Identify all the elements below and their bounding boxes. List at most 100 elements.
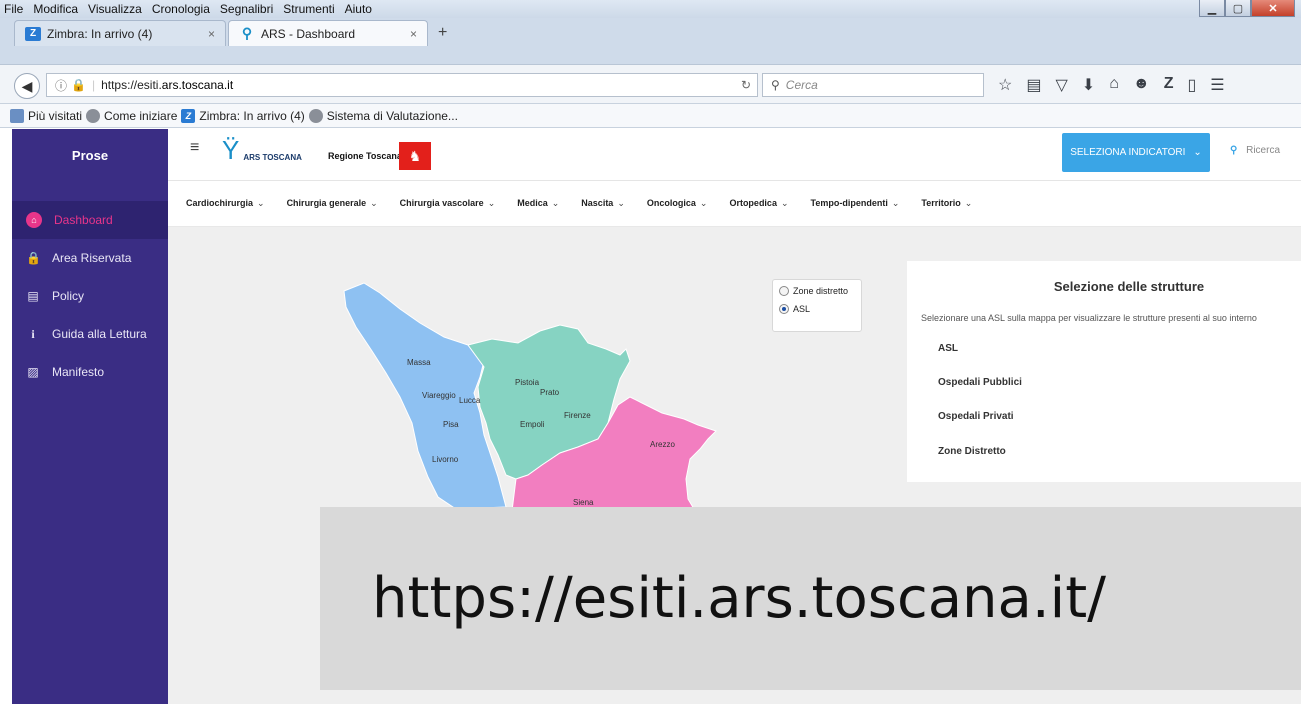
download-icon[interactable]: ⬇ — [1082, 75, 1095, 95]
globe-icon — [86, 108, 101, 123]
category-label: Ortopedica — [729, 198, 777, 208]
category-chirurgia-generale[interactable]: Chirurgia generale ⌄ — [287, 198, 378, 209]
smiley-icon[interactable]: ☻ — [1133, 75, 1150, 95]
maximize-icon[interactable]: ▢ — [1225, 0, 1251, 17]
zotero-icon[interactable]: Z — [1164, 75, 1174, 95]
back-arrow-icon[interactable]: ◀ — [14, 73, 40, 99]
panel-description: Selezionare una ASL sulla mappa per visu… — [921, 313, 1257, 323]
reader-icon[interactable]: ▤ — [1026, 75, 1041, 95]
city-arezzo: Arezzo — [650, 440, 675, 449]
city-firenze: Firenze — [564, 411, 591, 420]
bookmark-piu-visitati[interactable]: Più visitati — [10, 108, 82, 123]
tab-zimbra[interactable]: Z Zimbra: In arrivo (4) × — [14, 20, 226, 46]
globe-icon — [308, 108, 323, 123]
url-host: ars.toscana.it — [161, 78, 234, 92]
navigation-bar: ◀ ⓘ 🔒 | https://esiti. ars.toscana.it ↻ … — [0, 64, 1301, 104]
tab-label: ARS - Dashboard — [261, 26, 356, 41]
home-icon[interactable]: ⌂ — [1109, 75, 1119, 95]
ars-favicon-icon: ⚲ — [241, 25, 253, 41]
menu-segnalibri[interactable]: Segnalibri — [220, 2, 273, 16]
pegasus-flag-icon: ♞ — [399, 142, 431, 170]
chevron-down-icon: ⌄ — [617, 198, 625, 208]
radio-asl[interactable]: ASL — [779, 304, 855, 314]
sidebar-item-dashboard[interactable]: ⌂ Dashboard — [12, 201, 168, 239]
star-icon[interactable]: ☆ — [998, 75, 1012, 95]
pdf-icon: ▨ — [27, 365, 39, 379]
category-label: Cardiochirurgia — [186, 198, 254, 208]
zimbra-icon: Z — [181, 108, 196, 123]
info-icon: i — [31, 326, 35, 341]
button-label: SELEZIONA INDICATORI — [1070, 147, 1186, 158]
menu-aiuto[interactable]: Aiuto — [345, 2, 372, 16]
category-territorio[interactable]: Territorio ⌄ — [921, 198, 972, 209]
category-medica[interactable]: Medica ⌄ — [517, 198, 559, 209]
radio-label: ASL — [793, 304, 811, 314]
bookmarks-bar: Più visitati Come iniziare Z Zimbra: In a… — [0, 104, 1301, 128]
category-chirurgia-vascolare[interactable]: Chirurgia vascolare ⌄ — [400, 198, 496, 209]
sidebar-item-policy[interactable]: ▤ Policy — [12, 277, 168, 315]
sidebar-item-manifesto[interactable]: ▨ Manifesto — [12, 353, 168, 391]
category-cardiochirurgia[interactable]: Cardiochirurgia ⌄ — [186, 198, 265, 209]
chevron-down-icon: ⌄ — [487, 198, 496, 208]
bookmark-label: Come iniziare — [104, 108, 178, 123]
category-nascita[interactable]: Nascita ⌄ — [581, 198, 625, 209]
sidebar-item-label: Policy — [52, 289, 85, 303]
menu-modifica[interactable]: Modifica — [33, 2, 78, 16]
new-tab-icon[interactable]: + — [438, 24, 447, 42]
reload-icon[interactable]: ↻ — [741, 78, 751, 92]
lock-icon: 🔒 — [26, 251, 41, 265]
bookmark-come-iniziare[interactable]: Come iniziare — [86, 108, 178, 123]
radio-button[interactable] — [779, 286, 789, 296]
ars-logo[interactable]: Ÿ ARS TOSCANA — [222, 137, 302, 163]
chevron-down-icon: ⌄ — [891, 198, 900, 208]
url-bar[interactable]: ⓘ 🔒 | https://esiti. ars.toscana.it ↻ — [46, 73, 758, 97]
panel-row-asl[interactable]: ASL — [938, 343, 958, 354]
panel-row-zone-distretto[interactable]: Zone Distretto — [938, 446, 1006, 457]
sidebar-item-area-riservata[interactable]: 🔒 Area Riservata — [12, 239, 168, 277]
tab-strip: Z Zimbra: In arrivo (4) × ⚲ ARS - Dashbo… — [0, 18, 1301, 64]
category-label: Oncologica — [646, 198, 696, 208]
close-tab-icon[interactable]: × — [410, 27, 417, 41]
bookmark-sistema-valutazione[interactable]: Sistema di Valutazione... — [308, 108, 458, 123]
radio-zone-distretto[interactable]: Zone distretto — [779, 286, 855, 296]
browser-search-input[interactable]: ⚲ Cerca — [762, 73, 984, 97]
minimize-icon[interactable]: ▁ — [1199, 0, 1225, 17]
seleziona-indicatori-button[interactable]: SELEZIONA INDICATORI ⌄ — [1062, 133, 1210, 172]
document-icon: ▤ — [27, 289, 39, 303]
panel-row-ospedali-privati[interactable]: Ospedali Privati — [938, 411, 1014, 422]
hamburger-menu-icon[interactable]: ≡ — [190, 139, 199, 157]
city-pisa: Pisa — [443, 420, 459, 429]
ricerca-link[interactable]: ⚲ Ricerca — [1230, 145, 1280, 156]
category-oncologica[interactable]: Oncologica ⌄ — [647, 198, 708, 209]
category-tempo-dipendenti[interactable]: Tempo-dipendenti ⌄ — [811, 198, 900, 209]
brand-title[interactable]: Prose — [12, 129, 168, 181]
page-icon[interactable]: ▯ — [1187, 75, 1196, 95]
info-icon[interactable]: ⓘ — [55, 77, 67, 94]
padlock-icon[interactable]: 🔒 — [71, 78, 86, 92]
category-label: Tempo-dipendenti — [810, 198, 888, 208]
close-tab-icon[interactable]: × — [208, 27, 215, 41]
category-nav: Cardiochirurgia ⌄ Chirurgia generale ⌄ Chi… — [168, 181, 1301, 227]
chevron-down-icon: ⌄ — [780, 198, 789, 208]
pocket-icon[interactable]: ▽ — [1055, 75, 1067, 95]
bookmark-zimbra[interactable]: Z Zimbra: In arrivo (4) — [181, 108, 305, 123]
close-window-icon[interactable]: ✕ — [1251, 0, 1295, 17]
ricerca-label: Ricerca — [1246, 145, 1281, 156]
more-icon[interactable]: ☰ — [1210, 75, 1224, 95]
menu-strumenti[interactable]: Strumenti — [283, 2, 334, 16]
radio-button-selected[interactable] — [779, 304, 789, 314]
panel-row-ospedali-pubblici[interactable]: Ospedali Pubblici — [938, 377, 1022, 388]
category-ortopedica[interactable]: Ortopedica ⌄ — [729, 198, 788, 209]
sidebar-item-guida[interactable]: i Guida alla Lettura — [12, 315, 168, 353]
url-separator: | — [91, 78, 96, 92]
menu-cronologia[interactable]: Cronologia — [152, 2, 210, 16]
sidebar-item-label: Guida alla Lettura — [52, 327, 147, 341]
city-lucca: Lucca — [459, 396, 481, 405]
url-caption-text: https://esiti.ars.toscana.it/ — [372, 566, 1107, 631]
sidebar: Prose ⌂ Dashboard 🔒 Area Riservata ▤ Pol… — [12, 129, 168, 704]
url-caption-overlay: https://esiti.ars.toscana.it/ — [320, 507, 1301, 690]
tab-ars-dashboard[interactable]: ⚲ ARS - Dashboard × — [228, 20, 428, 46]
map-mode-selector: Zone distretto ASL — [772, 279, 862, 332]
menu-visualizza[interactable]: Visualizza — [88, 2, 142, 16]
menu-file[interactable]: File — [4, 2, 23, 16]
